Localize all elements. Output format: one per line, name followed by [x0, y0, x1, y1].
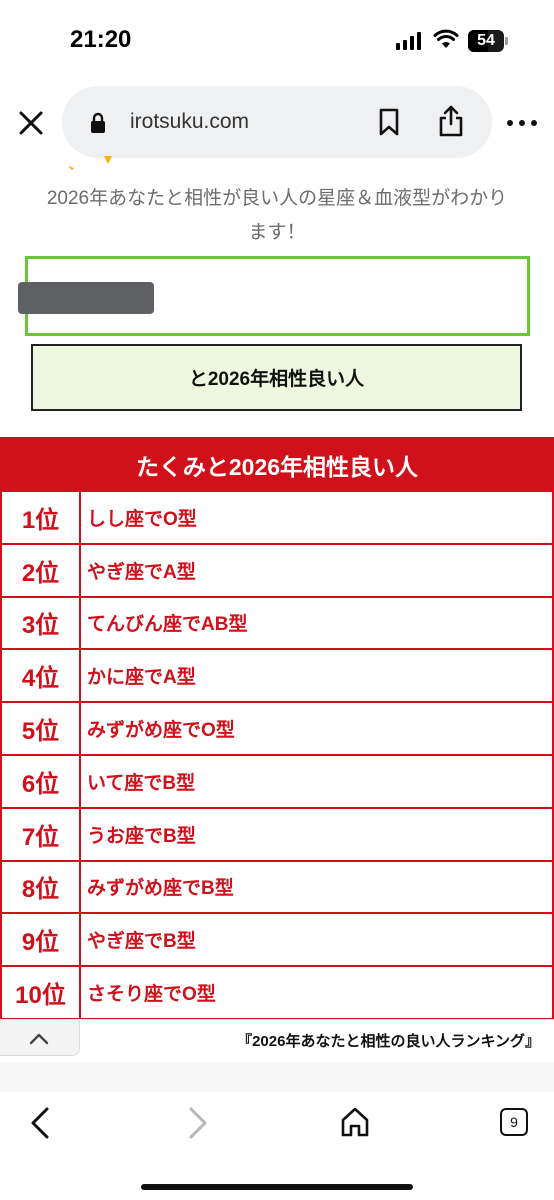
table-row: 7位 うお座でB型: [0, 808, 554, 862]
rank-result: さそり座でO型: [87, 984, 216, 1006]
battery-level: 54: [477, 32, 495, 49]
rank-number: 1位: [2, 492, 81, 543]
rank-number: 2位: [2, 544, 81, 596]
rank-number: 8位: [2, 861, 81, 913]
wifi-icon: [433, 29, 459, 48]
table-row: 5位 みずがめ座でO型: [0, 703, 554, 756]
status-time: 21:20: [70, 26, 132, 53]
rank-result: いて座でB型: [87, 772, 196, 794]
ranking-title: たくみと2026年相性良い人: [0, 437, 554, 492]
rank-result: みずがめ座でO型: [87, 720, 235, 742]
chevron-up-icon: [29, 1033, 49, 1045]
share-icon[interactable]: [436, 104, 466, 138]
rank-number: 9位: [2, 914, 81, 966]
address-bar[interactable]: irotsuku.com: [62, 86, 492, 158]
subtitle-line-1: 2026年あなたと相性が良い人の星座＆血液型がわかり: [46, 188, 508, 209]
rank-number: 6位: [2, 755, 81, 807]
close-icon[interactable]: [14, 106, 48, 140]
footer-title[interactable]: 『2026年あなたと相性の良い人ランキング』: [237, 1030, 540, 1051]
lock-icon: [91, 112, 105, 133]
rank-result: うお座でB型: [87, 825, 196, 847]
rank-result: かに座でA型: [87, 667, 196, 689]
home-indicator: [141, 1184, 413, 1190]
ranking-table: たくみと2026年相性良い人 1位 しし座でO型 2位 やぎ座でA型 3位 てん…: [0, 437, 554, 1020]
more-options-icon[interactable]: [505, 118, 539, 128]
divider-band: [0, 1062, 554, 1092]
browser-address-row: irotsuku.com: [0, 84, 554, 164]
tab-switcher-button[interactable]: 9: [500, 1108, 528, 1136]
sticky-footer-bar: 『2026年あなたと相性の良い人ランキング』: [0, 1020, 554, 1058]
home-icon[interactable]: [340, 1106, 370, 1138]
table-row: 3位 てんびん座でAB型: [0, 597, 554, 651]
rank-result: やぎ座でA型: [87, 561, 196, 583]
table-row: 1位 しし座でO型: [0, 492, 554, 545]
rank-result: しし座でO型: [87, 508, 197, 530]
battery-icon: 54: [468, 30, 508, 52]
table-row: 8位 みずがめ座でB型: [0, 861, 554, 915]
rank-number: 5位: [2, 703, 81, 754]
table-row: 9位 やぎ座でB型: [0, 914, 554, 968]
subtitle-line-2: ます！: [248, 222, 306, 243]
tab-count: 9: [510, 1114, 518, 1130]
rank-result: みずがめ座でB型: [87, 878, 234, 900]
table-row: 2位 やぎ座でA型: [0, 544, 554, 598]
collapse-button[interactable]: [0, 1020, 80, 1056]
submit-button[interactable]: と2026年相性良い人: [31, 344, 522, 411]
bookmark-icon[interactable]: [378, 108, 400, 136]
table-row: 4位 かに座でA型: [0, 650, 554, 704]
rank-result: やぎ座でB型: [87, 931, 196, 953]
rank-result: てんびん座でAB型: [87, 614, 248, 636]
decorative-star-icon: [68, 156, 112, 170]
back-arrow-icon[interactable]: [28, 1106, 52, 1140]
table-row: 6位 いて座でB型: [0, 755, 554, 809]
page: 21:20 54 irotsuku.com 2026年あなたと相性が良い人の星座…: [0, 0, 554, 1200]
rank-number: 4位: [2, 650, 81, 702]
url-text: irotsuku.com: [130, 110, 250, 133]
table-row: 10位 さそり座でO型: [0, 967, 554, 1020]
status-bar: 21:20 54: [0, 0, 554, 80]
redacted-name: [18, 282, 154, 314]
forward-arrow-icon[interactable]: [186, 1106, 210, 1140]
page-subtitle: 2026年あなたと相性が良い人の星座＆血液型がわかり ます！: [0, 182, 554, 250]
rank-number: 10位: [2, 967, 81, 1018]
cellular-signal-icon: [396, 32, 421, 50]
ranking-rows: 1位 しし座でO型 2位 やぎ座でA型 3位 てんびん座でAB型 4位 かに座で…: [0, 492, 554, 1020]
rank-number: 7位: [2, 808, 81, 860]
rank-number: 3位: [2, 597, 81, 649]
